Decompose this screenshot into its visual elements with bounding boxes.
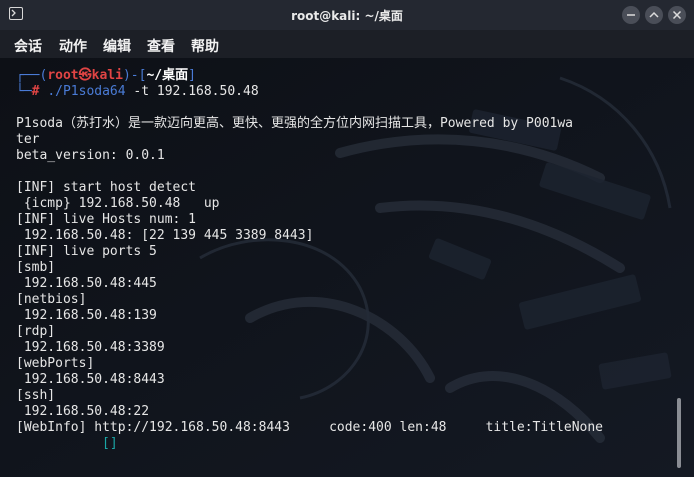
output-line: {icmp} 192.168.50.48 up: [16, 196, 220, 211]
close-icon: [672, 10, 682, 20]
scrollbar[interactable]: [677, 398, 681, 468]
output-line: [INF] live ports 5: [16, 244, 157, 259]
prompt-user: root: [47, 68, 79, 83]
maximize-button[interactable]: [645, 6, 663, 24]
title-bar[interactable]: root@kali: ~/桌面: [0, 0, 694, 30]
skull-icon: ㉿: [78, 68, 92, 83]
menu-session[interactable]: 会话: [14, 36, 42, 56]
output-line: [rdp]: [16, 324, 56, 339]
prompt-corner-top: ┌──(: [16, 68, 48, 83]
command-binary: ./P1soda64: [47, 84, 126, 99]
terminal-window: root@kali: ~/桌面 会话 动作 编辑 查看 帮助 ┌──(root㉿…: [0, 0, 694, 477]
minimize-icon: [627, 14, 635, 16]
prompt-end: ]: [188, 68, 196, 83]
output-line: [WebInfo] http://192.168.50.48:8443 code…: [16, 420, 603, 435]
output-line: ter: [16, 132, 40, 147]
output-line: 192.168.50.48:8443: [16, 372, 165, 387]
prompt-line-2: └─# ./P1soda64 -t 192.168.50.48: [16, 84, 259, 99]
prompt-hash: #: [31, 84, 40, 99]
output-line: P1soda（苏打水）是一款迈向更高、更快、更强的全方位内网扫描工具，Power…: [16, 116, 574, 131]
output-line: [INF] live Hosts num: 1: [16, 212, 197, 227]
menu-bar: 会话 动作 编辑 查看 帮助: [0, 30, 694, 58]
minimize-button[interactable]: [622, 6, 640, 24]
menu-edit[interactable]: 编辑: [103, 36, 131, 56]
output-line: beta_version: 0.0.1: [16, 148, 165, 163]
output-line: [INF] start host detect: [16, 180, 197, 195]
output-line: 192.168.50.48: [22 139 445 3389 8443]: [16, 228, 314, 243]
menu-view[interactable]: 查看: [147, 36, 175, 56]
output-line: 192.168.50.48:3389: [16, 340, 165, 355]
prompt-path: ~/桌面: [146, 68, 189, 83]
window-title: root@kali: ~/桌面: [291, 9, 403, 23]
output-line: [webPorts]: [16, 356, 95, 371]
output-line: [ssh]: [16, 388, 56, 403]
menu-help[interactable]: 帮助: [191, 36, 219, 56]
output-line: [netbios]: [16, 292, 87, 307]
prompt-mid: )-[: [122, 68, 147, 83]
command-args: -t 192.168.50.48: [125, 84, 259, 99]
output-line: [smb]: [16, 260, 56, 275]
output-line-cursor: []: [102, 436, 118, 451]
terminal-area[interactable]: ┌──(root㉿kali)-[~/桌面] └─# ./P1soda64 -t …: [0, 58, 694, 477]
output-line: 192.168.50.48:139: [16, 308, 157, 323]
maximize-icon: [649, 11, 659, 18]
prompt-host: kali: [91, 68, 123, 83]
output-line: 192.168.50.48:445: [16, 276, 157, 291]
prompt-line-1: ┌──(root㉿kali)-[~/桌面]: [16, 68, 196, 83]
output-line: 192.168.50.48:22: [16, 404, 150, 419]
close-button[interactable]: [668, 6, 686, 24]
prompt-corner-bottom: └─: [16, 84, 32, 99]
menu-actions[interactable]: 动作: [59, 36, 87, 56]
